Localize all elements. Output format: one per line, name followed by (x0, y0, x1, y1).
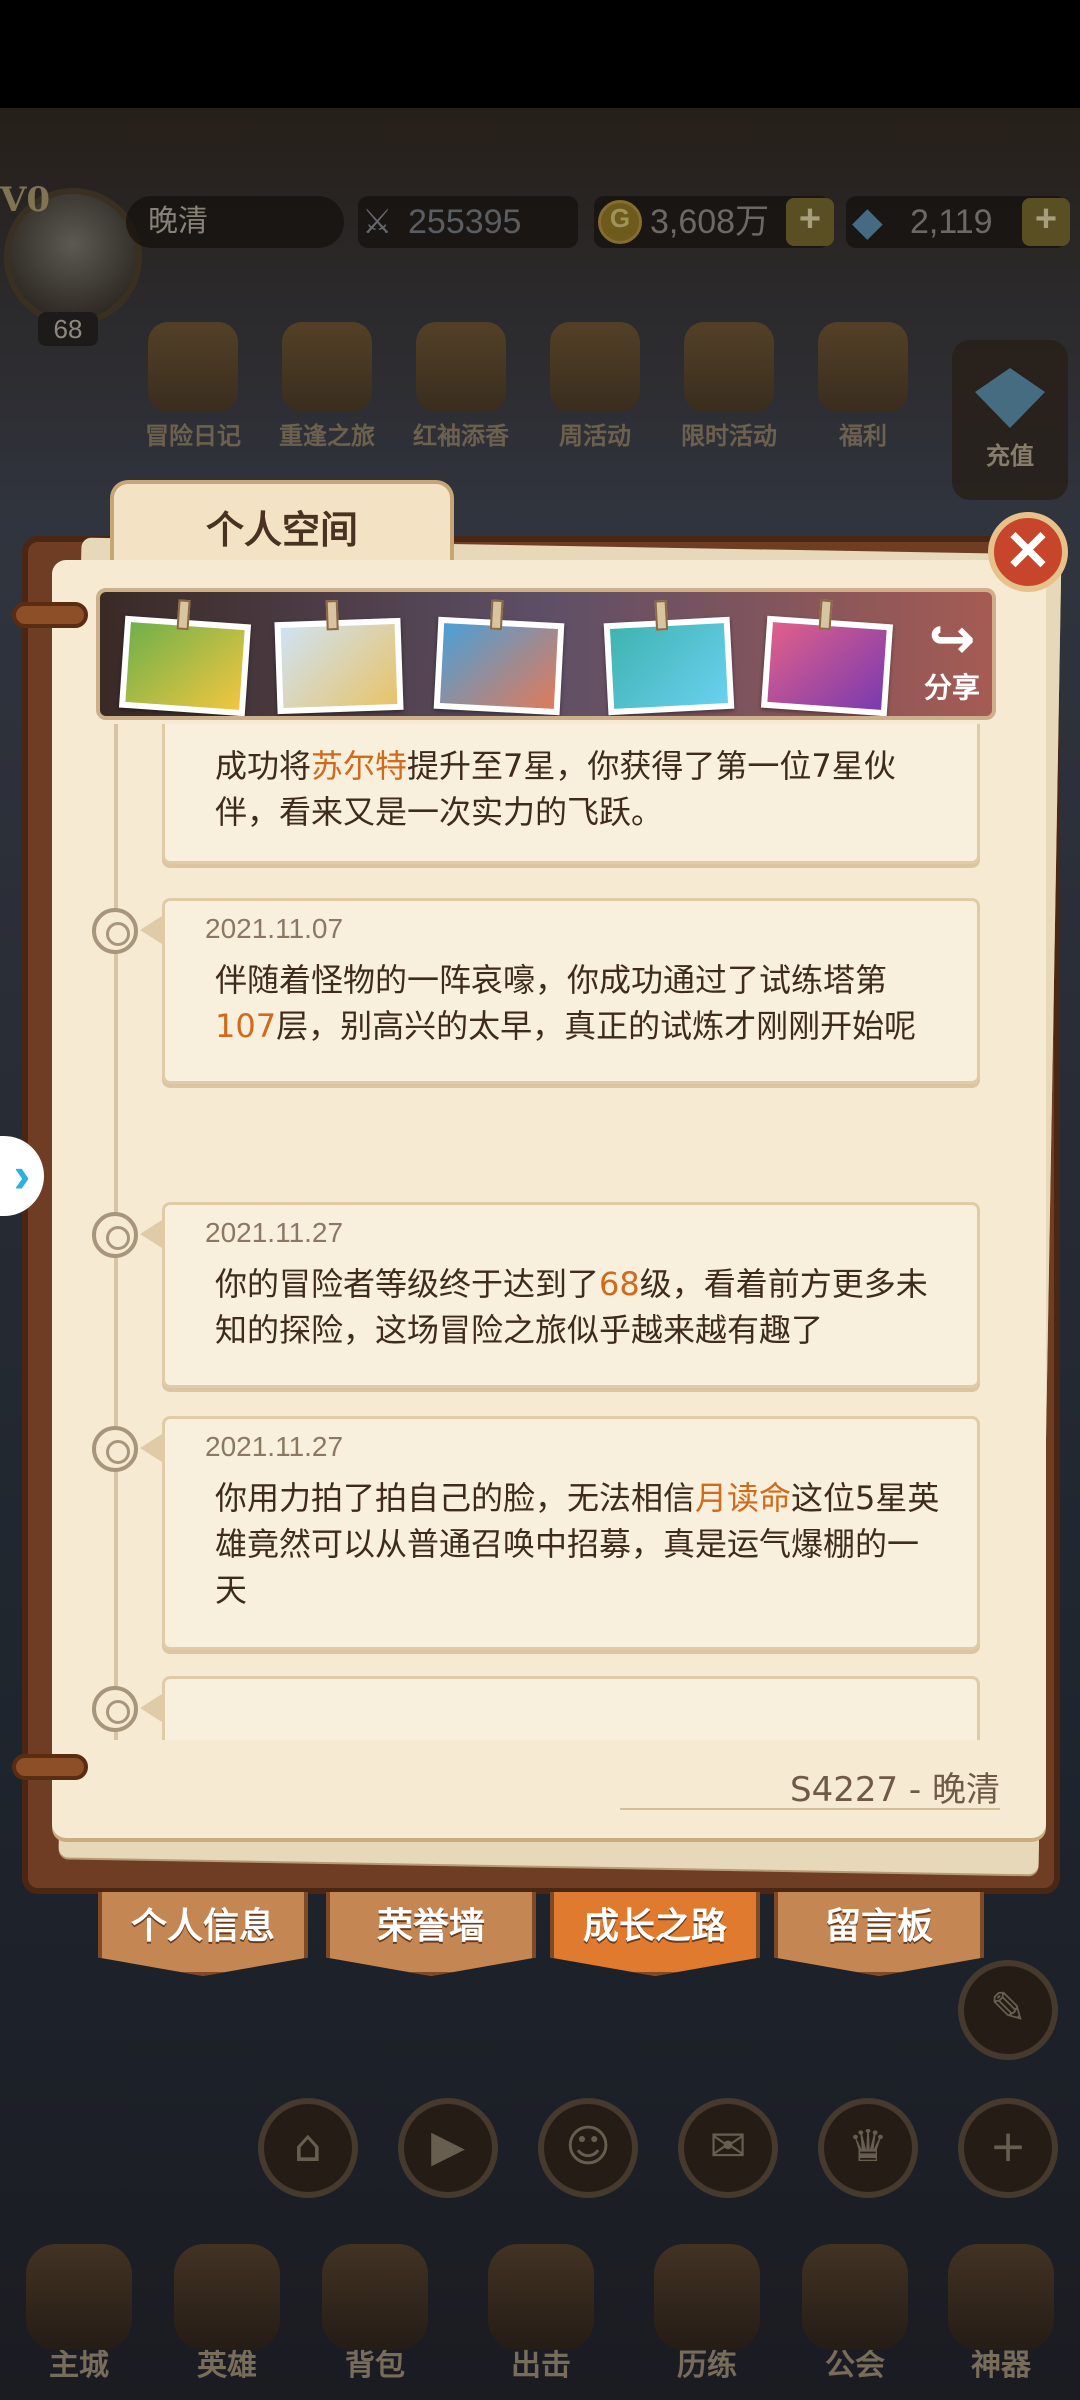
timeline-node-icon (92, 908, 138, 954)
photo-card[interactable] (603, 600, 735, 716)
timeline-pointer (140, 916, 162, 944)
entry-date: 2021.11.27 (205, 1217, 344, 1248)
entry-text: 成功将苏尔特提升至7星，你获得了第一位7星伙伴，看来又是一次实力的飞跃。 (215, 747, 896, 831)
timeline-entry: 2021.11.07 伴随着怪物的一阵哀嚎，你成功通过了试练塔第107层，别高兴… (162, 898, 980, 1084)
entry-text: 你的冒险者等级终于达到了68级，看着前方更多未知的探险，这场冒险之旅似乎越来越有… (215, 1265, 928, 1349)
timeline-pointer (140, 1694, 162, 1722)
entry-date: 2021.11.07 (205, 913, 344, 944)
signature-underline (620, 1808, 1000, 1810)
timeline-pointer (140, 1220, 162, 1248)
status-bar (0, 0, 1080, 108)
player-signature: S4227 - 晚清 (790, 1770, 1000, 1810)
entry-date: 2021.11.27 (205, 1431, 344, 1462)
timeline-scroll-area[interactable]: 成功将苏尔特提升至7星，你获得了第一位7星伙伴，看来又是一次实力的飞跃。 202… (52, 724, 1046, 1740)
clothespin-icon (654, 600, 669, 631)
timeline-node-icon (92, 1686, 138, 1732)
clothespin-icon (176, 599, 191, 631)
entry-text: 你用力拍了拍自己的脸，无法相信月读命这位5星英雄竟然可以从普通召唤中招募，真是运… (215, 1479, 940, 1609)
timeline-entry (162, 1676, 980, 1740)
clothespin-icon (818, 599, 833, 631)
hero-portrait-image (280, 624, 398, 708)
photo-card[interactable] (274, 600, 404, 715)
scroll-rod-bottom (12, 1754, 88, 1780)
hero-portrait-image (767, 622, 887, 710)
hero-portrait-image (125, 622, 245, 710)
photo-card[interactable] (433, 599, 565, 716)
share-button[interactable]: ↪ 分享 (910, 607, 992, 706)
entry-text: 伴随着怪物的一阵哀嚎，你成功通过了试练塔第107层，别高兴的太早，真正的试炼才刚… (215, 961, 917, 1045)
panel-title-tab: 个人空间 (110, 480, 454, 572)
photo-strip: ↪ 分享 (96, 588, 996, 720)
clothespin-icon (325, 600, 339, 631)
hero-portrait-image (609, 623, 729, 709)
timeline-entry: 2021.11.27 你的冒险者等级终于达到了68级，看着前方更多未知的探险，这… (162, 1202, 980, 1388)
timeline-entry: 2021.11.27 你用力拍了拍自己的脸，无法相信月读命这位5星英雄竟然可以从… (162, 1416, 980, 1650)
hero-portrait-image (439, 623, 559, 709)
timeline-entry: 成功将苏尔特提升至7星，你获得了第一位7星伙伴，看来又是一次实力的飞跃。 (162, 724, 980, 864)
timeline-node-icon (92, 1212, 138, 1258)
scroll-rod-top (12, 602, 88, 628)
clothespin-icon (489, 599, 504, 631)
timeline-pointer (140, 1434, 162, 1462)
timeline-node-icon (92, 1426, 138, 1472)
photo-card[interactable] (760, 599, 894, 716)
photo-card[interactable] (118, 599, 252, 716)
share-arrow-icon: ↪ (928, 607, 976, 672)
close-button[interactable]: ✕ (988, 512, 1068, 592)
